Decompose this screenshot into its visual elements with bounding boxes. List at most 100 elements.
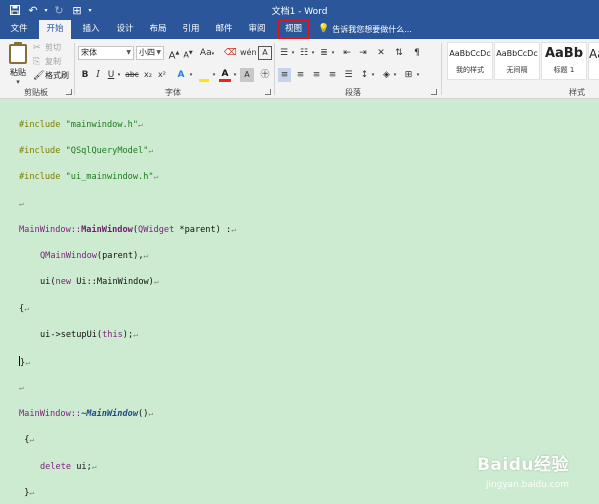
tell-me-search[interactable]: 💡 告诉我您想要做什么... <box>318 20 412 39</box>
underline-button[interactable]: U <box>106 68 116 82</box>
enclose-char-icon[interactable]: ㊉ <box>258 68 272 82</box>
subscript-button[interactable]: x₂ <box>142 68 154 82</box>
show-marks-icon[interactable]: ¶ <box>410 46 424 60</box>
clipboard-launcher-icon[interactable] <box>66 89 72 95</box>
align-right-icon[interactable]: ≡ <box>310 68 323 82</box>
grow-font-button[interactable]: A▲ <box>168 46 180 61</box>
line-spacing-dropdown-icon[interactable]: ▾ <box>370 68 376 82</box>
chinese-layout-icon[interactable]: ✕ <box>374 46 388 60</box>
code-line: QMainWindow(parent),↵ <box>40 251 148 261</box>
code-line: {↵ <box>19 304 29 314</box>
align-left-icon[interactable]: ≡ <box>278 68 291 82</box>
multilevel-dropdown-icon[interactable]: ▾ <box>330 46 336 60</box>
bullets-icon[interactable]: ☰ <box>278 46 290 60</box>
code-text: ); <box>122 330 134 340</box>
code-keyword: new <box>55 277 72 287</box>
numbering-icon[interactable]: ☷ <box>298 46 310 60</box>
paragraph-mark: ↵ <box>29 488 35 497</box>
tab-layout[interactable]: 布局 <box>144 20 172 39</box>
code-text: () <box>138 409 149 419</box>
sort-icon[interactable]: ⇅ <box>392 46 406 60</box>
code-type: QWidget <box>138 225 175 235</box>
paragraph-launcher-icon[interactable] <box>431 89 437 95</box>
paragraph-mark: ↵ <box>29 435 35 444</box>
phonetic-guide-icon[interactable]: wén <box>240 46 257 60</box>
code-class: MainWindow:: <box>19 225 82 235</box>
bullets-dropdown-icon[interactable]: ▾ <box>290 46 296 60</box>
increase-indent-icon[interactable]: ⇥ <box>356 46 370 60</box>
style-item[interactable]: Aa <box>588 42 599 80</box>
char-shading-icon[interactable]: A <box>240 68 254 82</box>
lightbulb-icon: 💡 <box>318 24 330 34</box>
tab-view[interactable]: 视图 <box>277 20 310 39</box>
font-launcher-icon[interactable] <box>265 89 271 95</box>
tab-review[interactable]: 审阅 <box>243 20 271 39</box>
shrink-font-button[interactable]: A▼ <box>182 46 194 60</box>
paste-dropdown-icon[interactable]: ▾ <box>6 78 30 86</box>
paragraph-mark: ↵ <box>138 120 143 129</box>
code-line: #include "QSqlQueryModel"↵ <box>19 146 153 156</box>
font-size-combobox[interactable]: 小四 ▼ <box>136 46 164 60</box>
cut-button[interactable]: ✂ 剪切 <box>33 42 61 54</box>
tab-mailings[interactable]: 邮件 <box>210 20 238 39</box>
tab-insert[interactable]: 插入 <box>77 20 105 39</box>
align-center-icon[interactable]: ≡ <box>294 68 307 82</box>
code-string: "ui_mainwindow.h" <box>65 172 154 182</box>
copy-button[interactable]: ⎘ 复制 <box>33 56 61 68</box>
paragraph-mark: ↵ <box>148 146 154 155</box>
font-name-combobox[interactable]: 宋体 ▼ <box>78 46 134 60</box>
code-line: #include "mainwindow.h"↵ <box>19 120 143 130</box>
styles-group-label: 样式 <box>569 88 585 97</box>
decrease-indent-icon[interactable]: ⇤ <box>340 46 354 60</box>
style-item[interactable]: AaBbCcDc 无间隔 <box>494 42 540 80</box>
highlight-icon[interactable] <box>198 68 210 82</box>
justify-icon[interactable]: ≡ <box>326 68 339 82</box>
tab-design[interactable]: 设计 <box>111 20 139 39</box>
tab-home[interactable]: 开始 <box>39 20 71 39</box>
code-line: #include "ui_mainwindow.h"↵ <box>19 172 158 182</box>
paste-label: 粘贴 <box>10 68 26 77</box>
paragraph-mark: ↵ <box>91 462 97 471</box>
font-color-icon[interactable]: A <box>219 68 231 82</box>
superscript-button[interactable]: x² <box>156 68 168 82</box>
clipboard-group-label: 剪贴板 <box>24 88 48 97</box>
borders-dropdown-icon[interactable]: ▾ <box>415 68 421 82</box>
tab-file[interactable]: 文件 <box>5 20 33 39</box>
code-destructor: ~MainWindow <box>81 409 139 419</box>
style-item[interactable]: AaBbCcDc 我的样式 <box>447 42 493 80</box>
copy-label: 复制 <box>45 57 61 66</box>
paste-button[interactable]: 粘贴 ▾ <box>6 42 30 86</box>
code-line: MainWindow::MainWindow(QWidget *parent) … <box>19 225 236 235</box>
borders-icon[interactable]: ⊞ <box>402 68 415 82</box>
paragraph-group-label: 段落 <box>345 88 361 97</box>
char-border-icon[interactable]: A <box>258 46 272 60</box>
code-text: (parent), <box>96 251 144 261</box>
italic-button[interactable]: I <box>93 68 103 82</box>
bold-button[interactable]: B <box>80 68 90 82</box>
code-directive: #include <box>19 146 61 156</box>
code-directive: #include <box>19 172 61 182</box>
numbering-dropdown-icon[interactable]: ▾ <box>310 46 316 60</box>
underline-dropdown-icon[interactable]: ▾ <box>116 68 122 82</box>
highlight-dropdown-icon[interactable]: ▾ <box>211 68 217 82</box>
shading-dropdown-icon[interactable]: ▾ <box>392 68 398 82</box>
code-class: MainWindow:: <box>19 409 82 419</box>
style-item[interactable]: AaBb 标题 1 <box>541 42 587 80</box>
font-name-value: 宋体 <box>81 48 97 57</box>
multilevel-list-icon[interactable]: ≣ <box>318 46 330 60</box>
change-case-button[interactable]: Aa▾ <box>198 46 216 60</box>
window-title: 文档1 - Word <box>271 7 328 17</box>
font-color-dropdown-icon[interactable]: ▾ <box>232 68 238 82</box>
format-painter-button[interactable]: 🖌 格式刷 <box>33 70 69 82</box>
tab-references[interactable]: 引用 <box>177 20 205 39</box>
distributed-icon[interactable]: ☰ <box>342 68 355 82</box>
chevron-down-icon: ▼ <box>156 49 161 56</box>
style-name: 我的样式 <box>456 66 484 74</box>
strikethrough-button[interactable]: abc <box>124 68 140 82</box>
clear-format-icon[interactable]: ⌫ <box>224 46 237 60</box>
document-page[interactable]: #include "mainwindow.h"↵ #include "QSqlQ… <box>0 100 599 504</box>
style-sample: AaBbCcDc <box>496 49 538 58</box>
text-effects-dropdown-icon[interactable]: ▾ <box>188 68 194 82</box>
text-effects-icon[interactable]: A <box>174 68 188 82</box>
code-text: ) : <box>215 225 232 235</box>
